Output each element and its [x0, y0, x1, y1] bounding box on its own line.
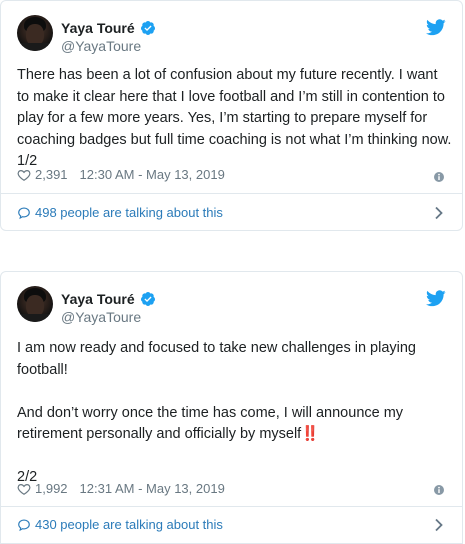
author-row: Yaya Touré [61, 290, 156, 308]
talking-about-label[interactable]: 498 people are talking about this [35, 205, 223, 220]
comment-bubble-icon [18, 518, 30, 531]
tweet-meta: 1,992 12:31 AM - May 13, 2019 [17, 481, 225, 496]
verified-badge-icon [140, 292, 155, 306]
talking-about-link[interactable]: 430 people are talking about this [17, 517, 223, 532]
timestamp[interactable]: 12:30 AM - May 13, 2019 [80, 167, 225, 182]
tweet-text: There has been a lot of confusion about … [17, 67, 452, 169]
like-count[interactable]: 1,992 [35, 481, 68, 496]
like-count[interactable]: 2,391 [35, 167, 68, 182]
author-name[interactable]: Yaya Touré [61, 20, 135, 36]
author-handle[interactable]: @YayaToure [61, 309, 141, 325]
tweet-meta: 2,391 12:30 AM - May 13, 2019 [17, 167, 225, 182]
heart-icon[interactable] [17, 168, 31, 182]
info-icon[interactable] [434, 485, 444, 495]
twitter-bird-icon[interactable] [426, 290, 446, 307]
chevron-right-icon[interactable] [434, 206, 444, 220]
tweet-text: I am now ready and focused to take new c… [17, 340, 416, 485]
talking-about-link[interactable]: 498 people are talking about this [17, 205, 223, 220]
twitter-bird-icon[interactable] [426, 19, 446, 36]
verified-badge-icon [140, 21, 155, 35]
author-handle[interactable]: @YayaToure [61, 38, 141, 54]
chevron-right-icon[interactable] [434, 518, 444, 532]
divider [1, 193, 462, 194]
tweet-card[interactable]: Yaya Touré @YayaToure I am now ready and… [0, 271, 463, 544]
tweet-card[interactable]: Yaya Touré @YayaToure There has been a l… [0, 0, 463, 231]
comment-bubble-icon [18, 206, 30, 219]
avatar[interactable] [17, 286, 53, 322]
author-row: Yaya Touré [61, 19, 156, 37]
info-icon[interactable] [434, 172, 444, 182]
avatar[interactable] [17, 15, 53, 51]
author-name[interactable]: Yaya Touré [61, 291, 135, 307]
talking-about-label[interactable]: 430 people are talking about this [35, 517, 223, 532]
heart-icon[interactable] [17, 482, 31, 496]
timestamp[interactable]: 12:31 AM - May 13, 2019 [80, 481, 225, 496]
divider [1, 506, 462, 507]
